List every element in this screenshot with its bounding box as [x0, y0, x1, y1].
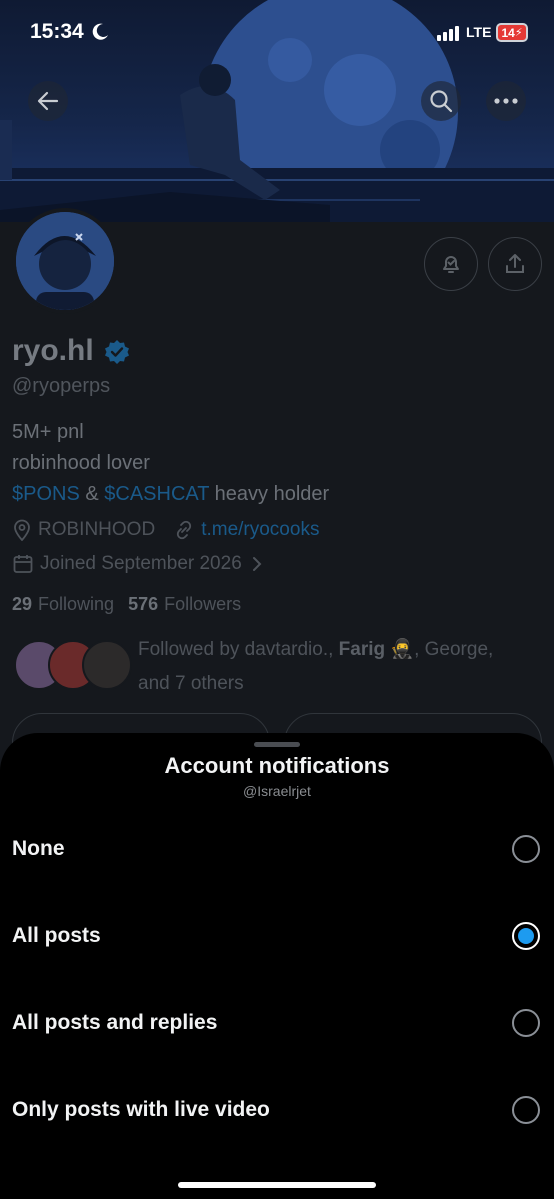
- followed-by-prefix: Followed by davtardio.,: [138, 639, 339, 660]
- follower-avatar-3: [82, 640, 132, 690]
- following-label: Following: [38, 594, 115, 614]
- sheet-drag-handle[interactable]: [254, 742, 300, 747]
- followed-by-line2: and 7 others: [138, 673, 244, 694]
- bio-tail: heavy holder: [209, 483, 330, 505]
- radio-button[interactable]: [512, 1009, 540, 1037]
- following-count: 29: [12, 594, 33, 614]
- option-label: All posts and replies: [12, 1011, 218, 1034]
- cashtag-link-cashcat[interactable]: $CASHCAT: [104, 483, 209, 505]
- link-icon: [177, 520, 192, 540]
- profile-joined-row[interactable]: Joined September 2026: [12, 553, 264, 575]
- avatar-artwork: [16, 212, 114, 310]
- option-live-video-only[interactable]: Only posts with live video: [0, 1076, 554, 1146]
- option-all-posts-and-replies[interactable]: All posts and replies: [0, 989, 554, 1059]
- radio-button[interactable]: [512, 835, 540, 863]
- sheet-title: Account notifications: [164, 753, 390, 778]
- sheet-subtitle: @Israelrjet: [243, 783, 311, 799]
- home-indicator[interactable]: [178, 1182, 376, 1188]
- followers-link[interactable]: 576 Followers: [128, 594, 241, 615]
- bell-check-icon: [443, 256, 459, 273]
- bio-ampersand: &: [79, 483, 105, 505]
- back-button[interactable]: [28, 81, 68, 121]
- notifications-button[interactable]: [424, 237, 478, 291]
- bio-line-2: robinhood lover: [12, 452, 150, 474]
- search-icon: [430, 90, 453, 113]
- back-arrow-icon: [37, 91, 59, 111]
- search-button[interactable]: [421, 81, 461, 121]
- followed-by-suffix: , George,: [414, 639, 494, 660]
- followers-count: 576: [128, 594, 159, 614]
- following-link[interactable]: 29 Following: [12, 594, 114, 615]
- bio-line-3: $PONS & $CASHCAT heavy holder: [12, 483, 329, 506]
- option-label: None: [12, 837, 65, 860]
- battery-level: 14: [501, 25, 515, 40]
- profile-handle: @ryoperps: [12, 375, 111, 397]
- followed-by-text[interactable]: Followed by davtardio., Farig 🥷, George,…: [138, 633, 538, 701]
- avatar[interactable]: [12, 208, 118, 314]
- profile-joined: Joined September 2026: [40, 553, 242, 574]
- network-label: LTE: [466, 24, 492, 40]
- option-none[interactable]: None: [0, 815, 554, 885]
- chevron-right-icon: [252, 557, 262, 571]
- status-bar: 15:34 LTE 14 ⚡: [0, 0, 554, 66]
- share-icon: [506, 254, 524, 273]
- share-button[interactable]: [488, 237, 542, 291]
- account-notifications-sheet: Account notifications @Israelrjet None A…: [0, 733, 554, 1199]
- bio-line-1: 5M+ pnl: [12, 421, 84, 443]
- option-label: All posts: [12, 924, 101, 947]
- more-icon: [494, 98, 518, 104]
- followed-by-avatars[interactable]: [14, 640, 132, 692]
- location-pin-icon: [14, 519, 30, 541]
- radio-button-selected[interactable]: [512, 922, 540, 950]
- radio-button[interactable]: [512, 1096, 540, 1124]
- profile-meta-row: ROBINHOOD t.me/ryocooks: [12, 518, 319, 542]
- moon-icon: [92, 23, 108, 40]
- profile-website-link[interactable]: t.me/ryocooks: [201, 519, 319, 541]
- cashtag-link-pons[interactable]: $PONS: [12, 483, 80, 505]
- profile-screen: 15:34 LTE 14 ⚡ ryo.hl @ryoperps 5M+ pnl …: [0, 0, 554, 1199]
- charging-bolt-icon: ⚡: [514, 27, 523, 39]
- more-button[interactable]: [486, 81, 526, 121]
- followers-label: Followers: [164, 594, 242, 614]
- profile-location: ROBINHOOD: [38, 519, 156, 540]
- calendar-icon: [13, 555, 33, 573]
- option-label: Only posts with live video: [12, 1098, 270, 1121]
- ninja-emoji: 🥷: [390, 639, 415, 660]
- signal-icon: [437, 26, 459, 41]
- followed-by-name: Farig: [338, 639, 386, 660]
- profile-name: ryo.hl: [12, 334, 94, 367]
- option-all-posts[interactable]: All posts: [0, 902, 554, 972]
- verified-badge-icon[interactable]: [104, 339, 130, 365]
- follow-stats: 29 Following 576 Followers: [12, 594, 241, 615]
- status-time: 15:34: [30, 20, 84, 43]
- battery-charging-icon: 14 ⚡: [496, 23, 528, 42]
